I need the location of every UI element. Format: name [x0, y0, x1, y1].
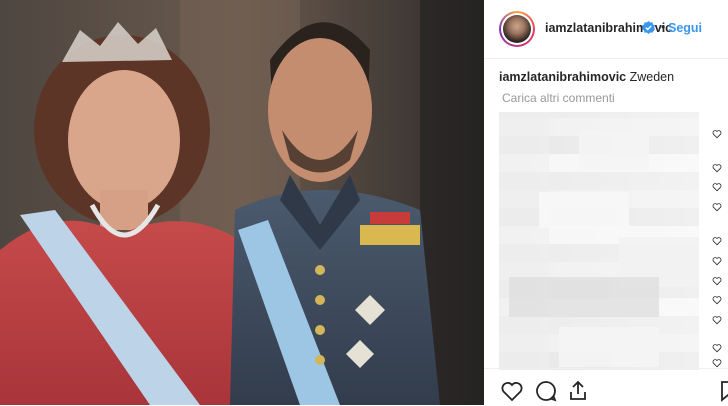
comment-like-icon[interactable]	[712, 315, 722, 325]
verified-badge-icon	[642, 21, 655, 39]
avatar[interactable]	[499, 11, 535, 47]
blurred-comments-area	[499, 112, 699, 370]
post-photo-art	[0, 0, 484, 405]
comment-like-icon[interactable]	[712, 163, 722, 173]
comment-icon[interactable]	[534, 379, 558, 403]
post-photo[interactable]	[0, 0, 484, 405]
comment-like-icon[interactable]	[712, 295, 722, 305]
post-sidebar: iamzlatanibrahimovic • Segui iamzlatanib…	[484, 0, 728, 405]
comment-like-icon[interactable]	[712, 358, 722, 368]
comment-like-icon[interactable]	[712, 236, 722, 246]
heart-icon[interactable]	[500, 379, 524, 403]
load-more-comments-link[interactable]: Carica altri commenti	[502, 91, 615, 105]
comment-like-icon[interactable]	[712, 276, 722, 286]
post-header: iamzlatanibrahimovic • Segui	[484, 0, 728, 59]
post-caption: iamzlatanibrahimovic Zweden	[499, 70, 674, 84]
post-action-bar	[484, 368, 728, 406]
comment-like-icon[interactable]	[712, 129, 722, 139]
separator-dot: •	[661, 20, 666, 34]
bookmark-icon[interactable]	[716, 379, 728, 403]
caption-username[interactable]: iamzlatanibrahimovic	[499, 70, 626, 84]
comment-like-icon[interactable]	[712, 256, 722, 266]
comment-like-icon[interactable]	[712, 182, 722, 192]
follow-button[interactable]: Segui	[668, 21, 702, 35]
caption-text: Zweden	[629, 70, 675, 84]
comment-like-icon[interactable]	[712, 343, 722, 353]
share-icon[interactable]	[566, 379, 590, 403]
comment-like-icon[interactable]	[712, 202, 722, 212]
